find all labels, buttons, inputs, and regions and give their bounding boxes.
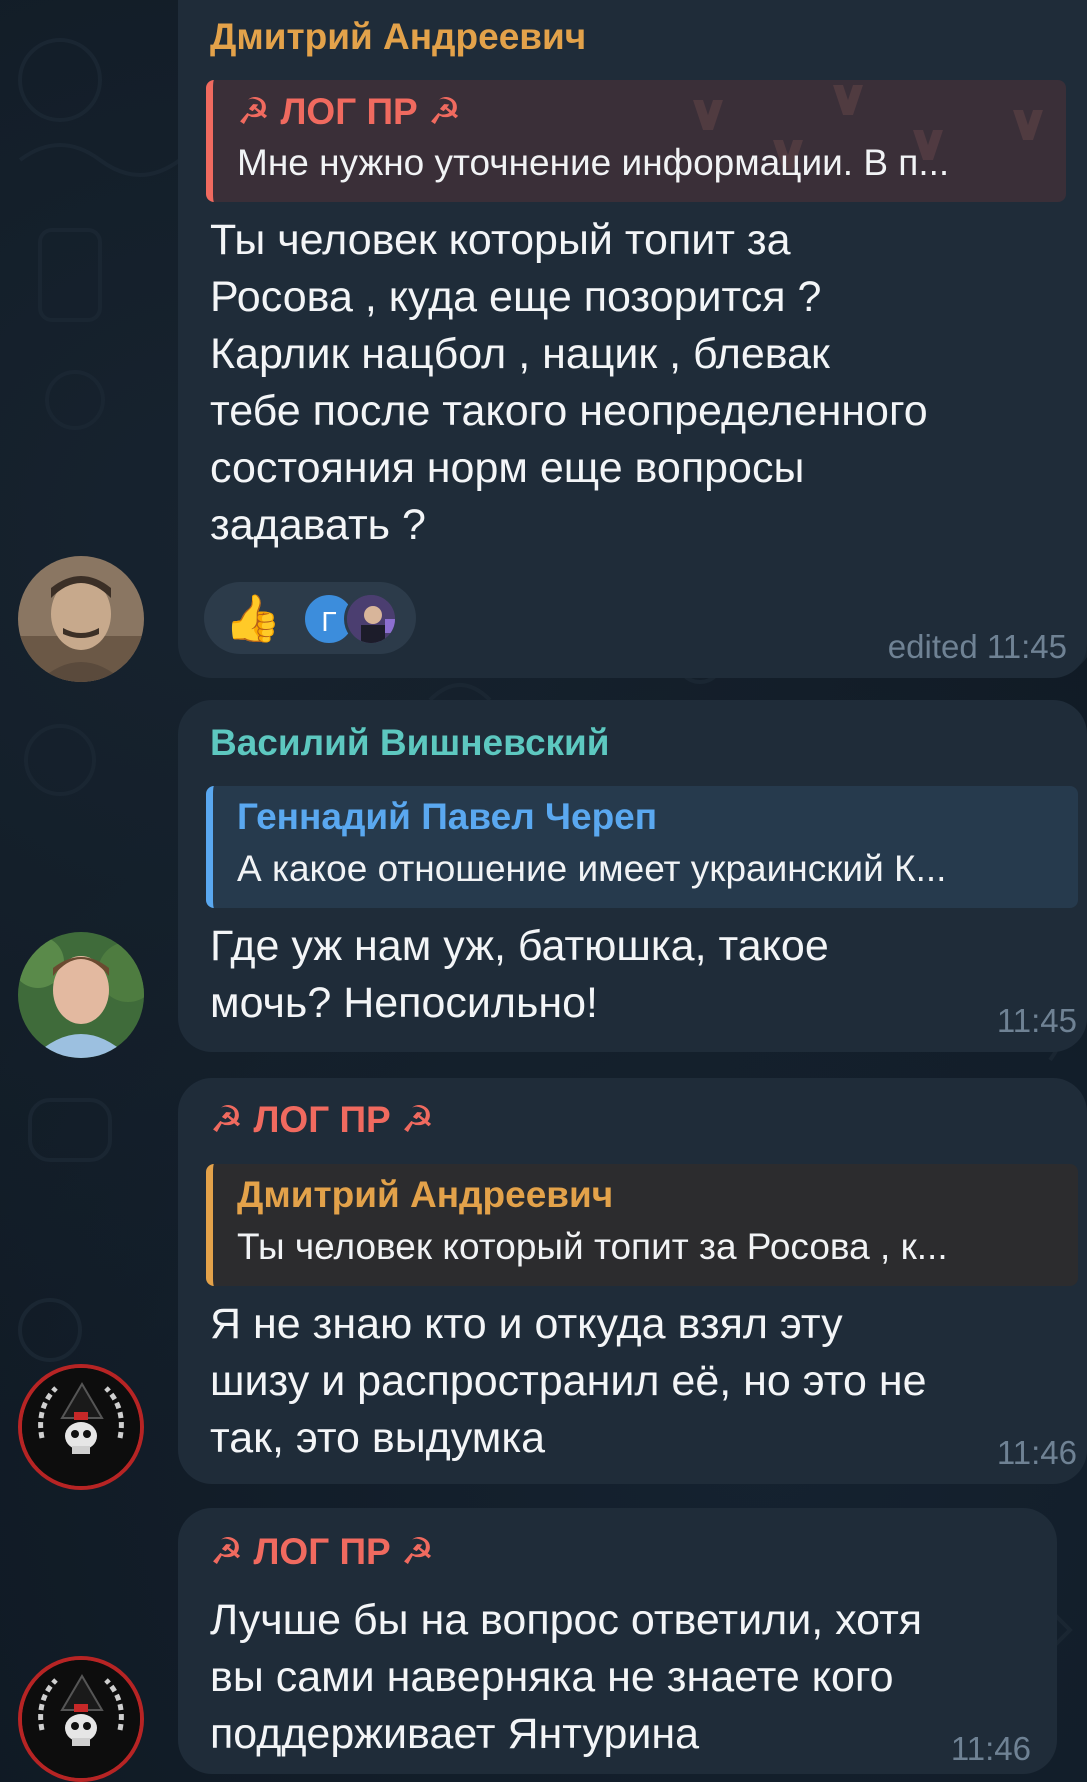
message-line: задавать ? (210, 501, 426, 549)
user-avatar[interactable] (18, 1364, 144, 1490)
message-bubble[interactable]: Василий Вишневский Геннадий Павел Череп … (178, 700, 1087, 1052)
message-timestamp: 11:45 (996, 1002, 1077, 1039)
reply-sender-name: Дмитрий Андреевич (237, 1174, 614, 1215)
message-bubble[interactable]: Дмитрий Андреевич ☭ ЛОГ ПР ☭ Мне нужно у… (178, 0, 1087, 678)
message-line: Карлик нацбол , нацик , блевак (210, 330, 830, 378)
chat-view[interactable]: Дмитрий Андреевич ☭ ЛОГ ПР ☭ Мне нужно у… (0, 0, 1087, 1782)
reply-quote[interactable]: ☭ ЛОГ ПР ☭ Мне нужно уточнение информаци… (206, 80, 1066, 202)
message-line: Где уж нам уж, батюшка, такое (210, 922, 829, 970)
reaction-chip[interactable]: 👍 Г (204, 582, 416, 654)
message-timestamp: edited 11:45 (887, 628, 1067, 665)
reactor-avatar (344, 592, 398, 646)
message-text: Я не знаю кто и откуда взял эту шизу и р… (210, 1296, 927, 1467)
reply-sender-name: Геннадий Павел Череп (237, 796, 658, 837)
message-line: вы сами наверняка не знаете кого (210, 1653, 894, 1701)
reply-snippet: А какое отношение имеет украинский К... (237, 848, 947, 889)
sender-name[interactable]: Василий Вишневский (210, 722, 610, 764)
user-avatar[interactable] (18, 556, 144, 682)
sender-name[interactable]: Дмитрий Андреевич (210, 16, 586, 58)
message-line: Ты человек который топит за (210, 216, 791, 264)
reply-quote[interactable]: Дмитрий Андреевич Ты человек который топ… (206, 1164, 1078, 1286)
message-line: Лучше бы на вопрос ответили, хотя (210, 1596, 923, 1644)
message-line: поддерживает Янтурина (210, 1710, 700, 1758)
message-line: так, это выдумка (210, 1414, 545, 1462)
message-bubble[interactable]: ☭ ЛОГ ПР ☭ Дмитрий Андреевич Ты человек … (178, 1078, 1087, 1484)
message-timestamp: 11:46 (950, 1730, 1031, 1767)
message-line: состояния норм еще вопросы (210, 444, 805, 492)
message-text: Лучше бы на вопрос ответили, хотя вы сам… (210, 1592, 922, 1763)
sender-name[interactable]: ☭ ЛОГ ПР ☭ (210, 1098, 434, 1141)
thumbs-up-icon: 👍 (224, 592, 282, 644)
user-avatar[interactable] (18, 932, 144, 1058)
reply-snippet: Ты человек который топит за Росова , к..… (237, 1226, 948, 1267)
message-timestamp: 11:46 (996, 1434, 1077, 1471)
user-avatar[interactable] (18, 1656, 144, 1782)
message-line: Я не знаю кто и откуда взял эту (210, 1300, 843, 1348)
reply-sender-name: ☭ ЛОГ ПР ☭ (237, 91, 462, 132)
message-bubble[interactable]: ☭ ЛОГ ПР ☭ Лучше бы на вопрос ответили, … (178, 1508, 1057, 1774)
reply-quote[interactable]: Геннадий Павел Череп А какое отношение и… (206, 786, 1078, 908)
message-line: тебе после такого неопределенного (210, 387, 928, 435)
message-line: Росова , куда еще позорится ? (210, 273, 822, 321)
reply-snippet: Мне нужно уточнение информации. В п... (237, 142, 950, 183)
message-text: Ты человек который топит за Росова , куд… (210, 212, 928, 554)
sender-name[interactable]: ☭ ЛОГ ПР ☭ (210, 1530, 434, 1573)
message-line: шизу и распространил её, но это не (210, 1357, 927, 1405)
message-line: мочь? Непосильно! (210, 979, 598, 1027)
message-text: Где уж нам уж, батюшка, такое мочь? Непо… (210, 918, 829, 1032)
